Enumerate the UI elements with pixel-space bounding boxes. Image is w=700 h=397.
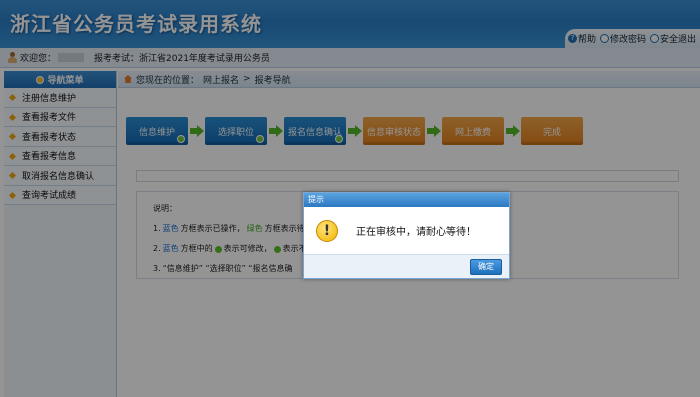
dialog-body: ! 正在审核中，请耐心等待！ — [304, 207, 509, 254]
dialog-title: 提示 — [304, 193, 509, 207]
alert-dialog: 提示 ! 正在审核中，请耐心等待！ 确定 — [303, 192, 510, 279]
dialog-message: 正在审核中，请耐心等待！ — [356, 227, 476, 238]
ok-button[interactable]: 确定 — [470, 259, 502, 275]
dialog-footer: 确定 — [304, 254, 509, 278]
warning-icon: ! — [316, 219, 338, 242]
